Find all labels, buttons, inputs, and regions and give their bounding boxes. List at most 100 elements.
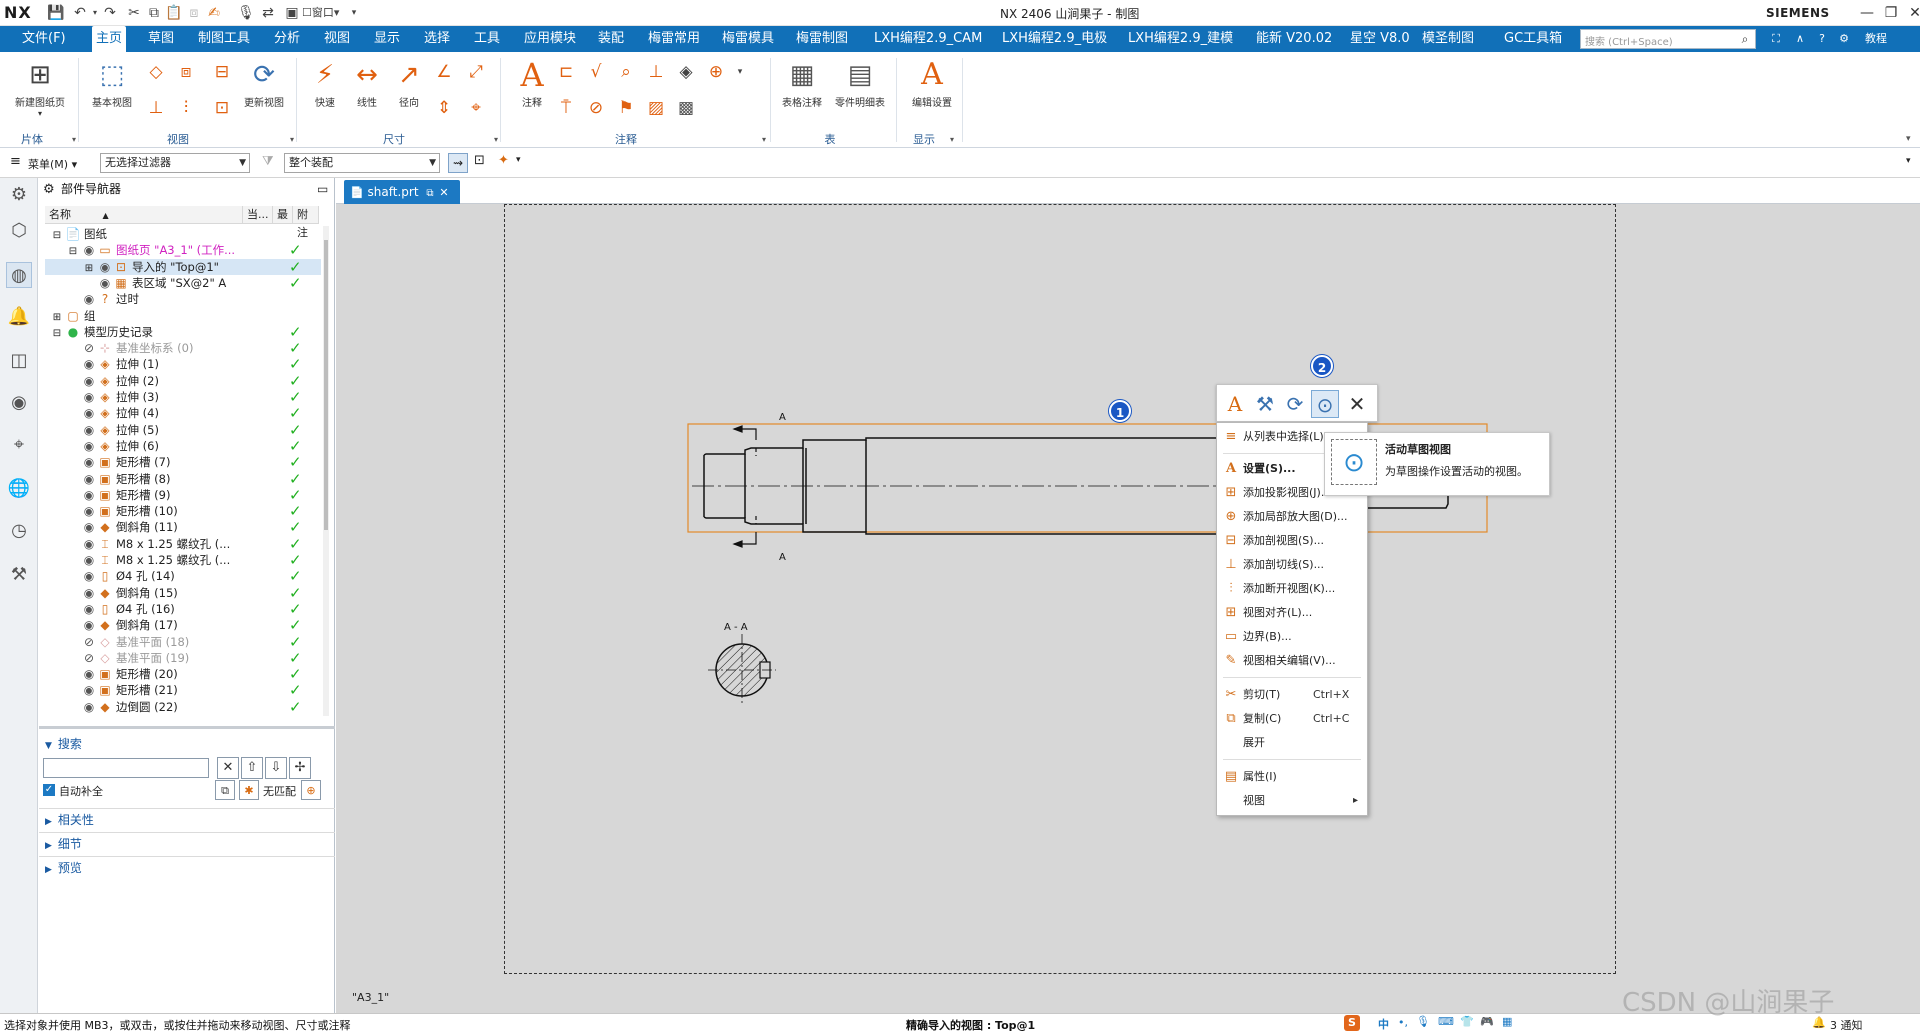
toolbar-options-dropdown-icon[interactable]: ▾: [1906, 156, 1911, 166]
match-wildcard-icon[interactable]: ✱: [239, 780, 259, 800]
chamfer-dimension-icon[interactable]: ⤢: [464, 60, 488, 84]
roles-tools-icon[interactable]: ⚒: [6, 562, 32, 588]
visibility-eye-icon[interactable]: ◉: [81, 454, 97, 470]
visibility-eye-icon[interactable]: ⊘: [81, 634, 97, 650]
search-options-icon[interactable]: ✢: [289, 757, 311, 779]
tree-row[interactable]: ⊘ ⊹ 基准坐标系 (0) ✓: [45, 340, 321, 356]
context-menu-item[interactable]: ▤ 属性(I): [1217, 765, 1367, 789]
menu-display[interactable]: 显示: [370, 26, 404, 52]
visibility-eye-icon[interactable]: ◉: [81, 617, 97, 633]
hd3d-tools-icon[interactable]: ◉: [6, 390, 32, 416]
visibility-eye-icon[interactable]: ◉: [81, 682, 97, 698]
previous-match-icon[interactable]: ⇧: [241, 757, 263, 779]
tree-row[interactable]: ◉ ▣ 矩形槽 (10) ✓: [45, 503, 321, 519]
tree-row[interactable]: ⊘ ◇ 基准平面 (19) ✓: [45, 650, 321, 666]
menu-lxh-electrode[interactable]: LXH编程2.9_电极: [998, 26, 1111, 52]
edit-settings-button[interactable]: A 编辑设置: [906, 58, 958, 120]
ime-keyboard-icon[interactable]: ⌨: [1438, 1015, 1454, 1028]
view-align-icon[interactable]: ⊡: [210, 96, 234, 120]
tree-row[interactable]: ◉ ◈ 拉伸 (5) ✓: [45, 422, 321, 438]
quick-dimension-button[interactable]: ⚡ 快速: [302, 58, 348, 120]
maximize-panel-icon[interactable]: ▭: [317, 182, 328, 196]
visibility-eye-icon[interactable]: ◉: [97, 259, 113, 275]
notification-count[interactable]: 3 通知: [1830, 1017, 1863, 1033]
visibility-eye-icon[interactable]: ⊘: [81, 650, 97, 666]
tree-row[interactable]: ◉ ▣ 矩形槽 (20) ✓: [45, 666, 321, 682]
switch-window-icon[interactable]: ⇄: [258, 4, 278, 22]
clear-search-icon[interactable]: ✕: [217, 757, 239, 779]
menu-sketch[interactable]: 草图: [144, 26, 178, 52]
tree-row[interactable]: ◉ ◈ 拉伸 (3) ✓: [45, 389, 321, 405]
menu-analysis[interactable]: 分析: [270, 26, 304, 52]
collapse-ribbon-icon[interactable]: ∧: [1790, 29, 1810, 49]
datum-feature-icon[interactable]: ⍑: [554, 96, 578, 120]
tree-row[interactable]: ◉ ◆ 倒斜角 (17) ✓: [45, 617, 321, 633]
hatch-icon[interactable]: ▨: [644, 96, 668, 120]
highlight-all-icon[interactable]: ⊕: [301, 780, 321, 800]
group-annotation-dropdown-icon[interactable]: ▾: [762, 135, 766, 144]
tree-row[interactable]: ◉ ◆ 倒斜角 (15) ✓: [45, 585, 321, 601]
touch-mode-icon[interactable]: ✍: [204, 4, 224, 22]
tree-row[interactable]: ⊟ ● 模型历史记录 ✓: [45, 324, 321, 340]
context-menu-item[interactable]: ⊥ 添加剖切线(S)...: [1217, 553, 1367, 577]
menu-meilei-mold[interactable]: 梅雷模具: [718, 26, 778, 52]
quick-access-dropdown-icon[interactable]: ▾: [344, 4, 364, 22]
menu-button[interactable]: 菜单(M) ▾: [28, 156, 77, 172]
visibility-eye-icon[interactable]: ◉: [81, 242, 97, 258]
visibility-eye-icon[interactable]: ◉: [81, 487, 97, 503]
web-browser-icon[interactable]: 🌐: [6, 476, 32, 502]
column-notes[interactable]: 附注: [293, 206, 319, 239]
panel-splitter[interactable]: [39, 726, 335, 729]
visibility-eye-icon[interactable]: ◉: [81, 422, 97, 438]
command-search-input[interactable]: 搜索 (Ctrl+Space): [1580, 29, 1756, 49]
table-note-button[interactable]: ▦ 表格注释: [776, 58, 828, 120]
tree-row[interactable]: ◉ ⌶ M8 x 1.25 螺纹孔 (... ✓: [45, 552, 321, 568]
settings-gear-icon[interactable]: ⚙: [6, 182, 32, 208]
tree-row[interactable]: ◉ ◈ 拉伸 (4) ✓: [45, 405, 321, 421]
visibility-eye-icon[interactable]: ⊘: [81, 340, 97, 356]
redo-icon[interactable]: ↷: [100, 4, 120, 22]
filter-funnel-icon[interactable]: ⧩: [262, 154, 274, 169]
tree-row[interactable]: ◉ ◆ 倒斜角 (11) ✓: [45, 519, 321, 535]
update-view-icon[interactable]: ⟳: [1281, 390, 1309, 418]
visibility-eye-icon[interactable]: ◉: [81, 699, 97, 715]
ribbon-options-dropdown-icon[interactable]: ▾: [1906, 134, 1911, 144]
section-view-a-a[interactable]: A - A: [708, 622, 776, 706]
radial-dimension-button[interactable]: ↗ 径向: [386, 58, 432, 120]
visibility-eye-icon[interactable]: ◉: [81, 471, 97, 487]
parts-list-button[interactable]: ▤ 零件明细表: [832, 58, 888, 120]
update-view-button[interactable]: ⟳ 更新视图: [238, 58, 290, 120]
weld-symbol-icon[interactable]: ⚑: [614, 96, 638, 120]
ime-skin-icon[interactable]: 👕: [1460, 1015, 1474, 1028]
point-snap-icon[interactable]: ✦: [498, 153, 509, 168]
menu-xingkong[interactable]: 星空 V8.0: [1346, 26, 1414, 52]
menu-view[interactable]: 视图: [320, 26, 354, 52]
linear-dimension-button[interactable]: ↔ 线性: [344, 58, 390, 120]
full-screen-icon[interactable]: ⛶: [1766, 29, 1786, 49]
visibility-eye-icon[interactable]: ◉: [81, 438, 97, 454]
section-line-icon[interactable]: ⊥: [144, 96, 168, 120]
break-view-icon[interactable]: ⫶: [174, 96, 198, 120]
close-window-icon[interactable]: ✕: [1902, 2, 1920, 24]
context-menu-item[interactable]: ⧉ 复制(C) Ctrl+C: [1217, 707, 1367, 731]
close-toolbar-icon[interactable]: ✕: [1343, 390, 1371, 418]
search-annotation-icon[interactable]: ⌕: [614, 60, 638, 84]
reuse-library-icon[interactable]: ◫: [6, 348, 32, 374]
group-sheet-dropdown-icon[interactable]: ▾: [72, 135, 76, 144]
visibility-eye-icon[interactable]: ◉: [81, 552, 97, 568]
tree-scrollbar[interactable]: [323, 226, 329, 716]
menu-tools[interactable]: 工具: [470, 26, 504, 52]
tree-row[interactable]: ◉ ◆ 边倒圆 (22) ✓: [45, 699, 321, 715]
select-in-view-icon[interactable]: ⊡: [474, 153, 485, 168]
tree-row[interactable]: ⊞ ▢ 组: [45, 308, 321, 324]
new-sheet-button[interactable]: ⊞ 新建图纸页 ▾: [12, 58, 68, 120]
visibility-eye-icon[interactable]: ◉: [81, 519, 97, 535]
column-current[interactable]: 当...: [243, 206, 273, 224]
visibility-eye-icon[interactable]: ◉: [81, 291, 97, 307]
menu-meilei-drafting[interactable]: 梅雷制图: [792, 26, 852, 52]
active-sketch-view-icon[interactable]: ⊙: [1311, 390, 1339, 418]
context-menu-item[interactable]: ✎ 视图相关编辑(V)...: [1217, 649, 1367, 673]
visibility-eye-icon[interactable]: ◉: [81, 568, 97, 584]
tree-row[interactable]: ◉ ⌶ M8 x 1.25 螺纹孔 (... ✓: [45, 536, 321, 552]
tree-row[interactable]: ◉ ◈ 拉伸 (1) ✓: [45, 356, 321, 372]
